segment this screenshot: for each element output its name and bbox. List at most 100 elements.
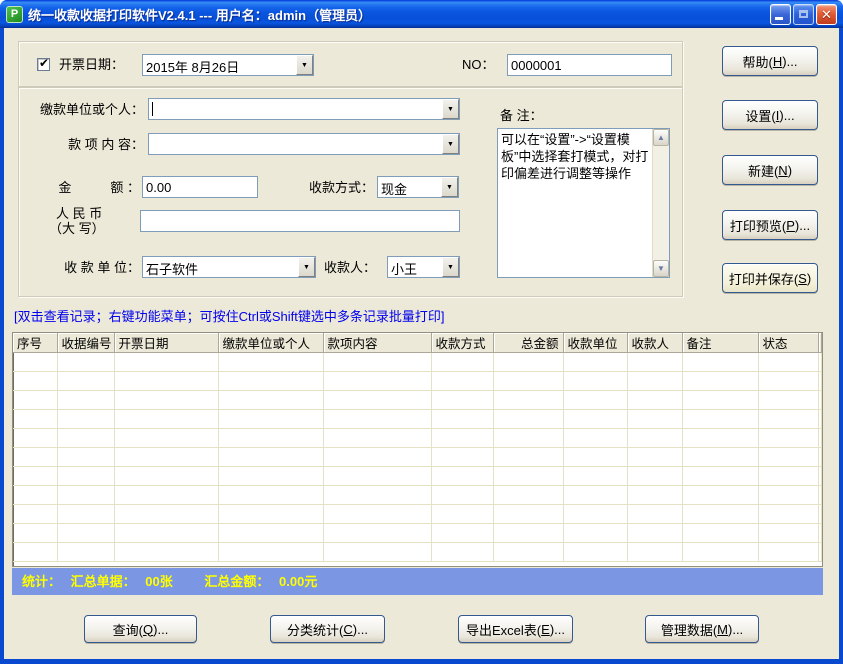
column-header[interactable]: 收款单位 [563,333,627,353]
maximize-button[interactable] [793,4,814,25]
table-cell [818,505,822,524]
pay-method-combo[interactable]: 现金 ▼ [377,176,459,198]
table-cell [323,391,431,410]
table-cell [563,543,627,562]
payer-value [149,99,442,119]
date-checkbox[interactable]: ✔ [37,58,50,71]
table-cell [493,353,563,372]
table-cell [563,486,627,505]
table-cell [627,391,682,410]
table-row[interactable] [13,448,822,467]
scroll-down-icon[interactable]: ▼ [653,260,669,277]
table-cell [493,448,563,467]
records-listview[interactable]: 序号收据编号开票日期缴款单位或个人款项内容收款方式总金额收款单位收款人备注状态 [12,332,823,567]
minimize-button[interactable] [770,4,791,25]
table-row[interactable] [13,467,822,486]
table-cell [818,448,822,467]
table-cell [13,505,57,524]
table-row[interactable] [13,505,822,524]
close-button[interactable]: ✕ [816,4,837,25]
settings-button[interactable]: 设置(I)... [722,100,818,130]
chevron-down-icon[interactable]: ▼ [442,99,459,119]
chevron-down-icon[interactable]: ▼ [442,257,459,277]
payer-combo[interactable]: ▼ [148,98,460,120]
category-stats-button[interactable]: 分类统计(C)... [270,615,385,643]
table-cell [323,467,431,486]
remark-text[interactable]: 可以在“设置”->“设置模板”中选择套打模式，对打印偏差进行调整等操作 [498,129,652,277]
table-cell [563,372,627,391]
column-header[interactable]: 总金额 [493,333,563,353]
table-cell [563,467,627,486]
column-header[interactable]: 缴款单位或个人 [218,333,323,353]
chevron-down-icon[interactable]: ▼ [298,257,315,277]
chevron-down-icon[interactable]: ▼ [296,55,313,75]
payee-combo[interactable]: 小王 ▼ [387,256,460,278]
table-row[interactable] [13,353,822,372]
app-icon: P [6,6,23,23]
table-cell [57,410,114,429]
column-header[interactable]: 收款方式 [431,333,493,353]
item-combo[interactable]: ▼ [148,133,460,155]
column-header[interactable]: 收款人 [627,333,682,353]
scroll-up-icon[interactable]: ▲ [653,129,669,146]
table-cell [323,505,431,524]
export-excel-button[interactable]: 导出Excel表(E)... [458,615,573,643]
column-header[interactable]: 状态 [758,333,818,353]
table-cell [682,410,758,429]
remark-memo[interactable]: 可以在“设置”->“设置模板”中选择套打模式，对打印偏差进行调整等操作 ▲ ▼ [497,128,670,278]
help-button[interactable]: 帮助(H)... [722,46,818,76]
invoice-date-combo[interactable]: 2015年 8月26日 ▼ [142,54,314,76]
item-label: 款 项 内 容： [22,137,144,153]
table-cell [114,429,218,448]
table-cell [57,543,114,562]
text-caret [152,102,153,116]
table-cell [323,524,431,543]
table-cell [431,372,493,391]
table-cell [493,429,563,448]
client-area: ✔ 开票日期： 2015年 8月26日 ▼ NO： 缴款单位或个人： ▼ 款 项… [4,28,839,659]
column-header[interactable]: 序号 [13,333,57,353]
table-cell [218,486,323,505]
column-header[interactable] [818,333,822,353]
amount-input[interactable] [142,176,258,198]
rmb-words-input[interactable] [140,210,460,232]
receipt-no-input[interactable] [507,54,672,76]
table-cell [758,505,818,524]
manage-data-button[interactable]: 管理数据(M)... [645,615,759,643]
table-cell [563,505,627,524]
table-cell [818,467,822,486]
new-button[interactable]: 新建(N) [722,155,818,185]
table-row[interactable] [13,524,822,543]
table-cell [114,372,218,391]
table-row[interactable] [13,372,822,391]
table-row[interactable] [13,429,822,448]
column-header[interactable]: 备注 [682,333,758,353]
table-cell [682,543,758,562]
remark-scrollbar[interactable]: ▲ ▼ [652,129,669,277]
print-preview-button[interactable]: 打印预览(P)... [722,210,818,240]
print-save-button[interactable]: 打印并保存(S) [722,263,818,293]
payee-unit-combo[interactable]: 石子软件 ▼ [142,256,316,278]
table-cell [682,524,758,543]
table-cell [818,372,822,391]
column-header[interactable]: 开票日期 [114,333,218,353]
column-header[interactable]: 收据编号 [57,333,114,353]
table-row[interactable] [13,486,822,505]
table-cell [57,505,114,524]
table-cell [114,486,218,505]
table-cell [57,467,114,486]
table-row[interactable] [13,410,822,429]
table-cell [563,353,627,372]
table-cell [57,448,114,467]
query-button[interactable]: 查询(Q)... [84,615,197,643]
check-icon: ✔ [39,56,49,70]
table-cell [431,524,493,543]
table-row[interactable] [13,543,822,562]
chevron-down-icon[interactable]: ▼ [442,134,459,154]
table-cell [758,524,818,543]
table-row[interactable] [13,391,822,410]
chevron-down-icon[interactable]: ▼ [441,177,458,197]
table-cell [818,410,822,429]
stats-title: 统计： [22,574,61,589]
column-header[interactable]: 款项内容 [323,333,431,353]
